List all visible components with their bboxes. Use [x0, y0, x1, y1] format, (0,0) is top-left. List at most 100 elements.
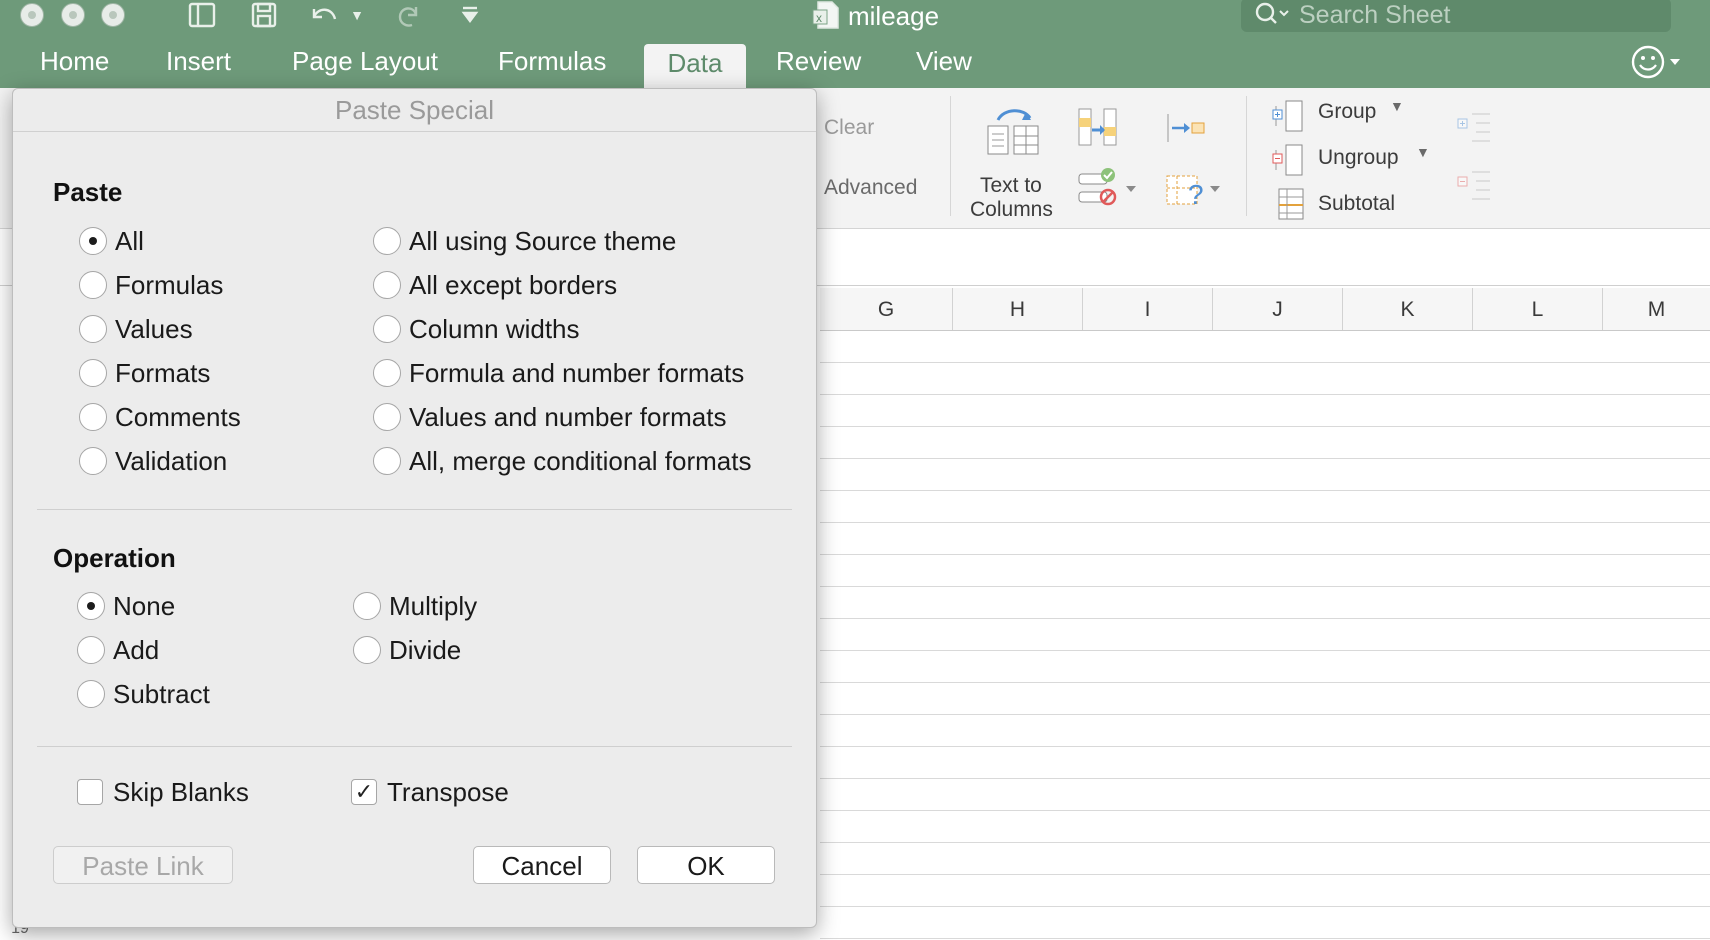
- sheet-cell-grid[interactable]: [820, 331, 1710, 940]
- column-header-h[interactable]: H: [953, 288, 1083, 330]
- tab-data[interactable]: Data: [644, 44, 746, 88]
- data-validation-icon[interactable]: [1076, 166, 1140, 208]
- radio-button[interactable]: [79, 271, 107, 299]
- subtotal-button-label[interactable]: Subtotal: [1318, 192, 1395, 216]
- operation-option-subtract[interactable]: Subtract: [77, 677, 210, 711]
- paste-option-all-except-borders[interactable]: All except borders: [373, 268, 617, 302]
- radio-button[interactable]: [373, 315, 401, 343]
- undo-dropdown-chevron-icon[interactable]: ▼: [348, 0, 366, 30]
- save-icon[interactable]: [246, 0, 282, 30]
- show-detail-icon: [1457, 113, 1490, 142]
- subtotal-icon[interactable]: [1276, 186, 1306, 222]
- dialog-title-divider: [13, 131, 816, 132]
- section-divider: [37, 509, 792, 510]
- radio-button-selected[interactable]: [79, 227, 107, 255]
- paste-option-values-and-number-formats[interactable]: Values and number formats: [373, 400, 726, 434]
- operation-option-none[interactable]: None: [77, 589, 175, 623]
- text-to-columns-icon[interactable]: [984, 106, 1042, 158]
- radio-button[interactable]: [79, 403, 107, 431]
- tab-insert[interactable]: Insert: [166, 46, 231, 77]
- clear-filter-button[interactable]: Clear: [824, 116, 874, 140]
- skip-blanks-checkbox[interactable]: Skip Blanks: [77, 775, 249, 809]
- section-divider: [37, 746, 792, 747]
- tab-view[interactable]: View: [916, 46, 972, 77]
- ungroup-icon[interactable]: [1272, 142, 1306, 178]
- radio-button[interactable]: [79, 447, 107, 475]
- paste-option-comments[interactable]: Comments: [79, 400, 241, 434]
- column-header-j[interactable]: J: [1213, 288, 1343, 330]
- search-input[interactable]: [1297, 0, 1661, 30]
- radio-button[interactable]: [353, 592, 381, 620]
- checkbox-unchecked[interactable]: [77, 779, 103, 805]
- ok-button[interactable]: OK: [637, 846, 775, 884]
- svg-text:?: ?: [1188, 179, 1204, 210]
- minimize-window-button[interactable]: [61, 3, 85, 27]
- radio-button[interactable]: [353, 636, 381, 664]
- column-headers: G H I J K L M: [820, 288, 1710, 331]
- paste-option-formula-and-number-formats[interactable]: Formula and number formats: [373, 356, 744, 390]
- text-to-columns-label-line1: Text to: [980, 174, 1042, 197]
- sidebar-toggle-icon[interactable]: [184, 0, 220, 30]
- tab-review[interactable]: Review: [776, 46, 861, 77]
- undo-icon[interactable]: [306, 0, 342, 30]
- paste-option-all-merge-conditional-formats[interactable]: All, merge conditional formats: [373, 444, 751, 478]
- operation-section-title: Operation: [53, 543, 176, 573]
- advanced-filter-button[interactable]: Advanced: [824, 176, 917, 200]
- text-to-columns-label-line2: Columns: [970, 198, 1053, 221]
- radio-button[interactable]: [77, 680, 105, 708]
- flash-fill-icon[interactable]: [1076, 106, 1120, 148]
- customize-toolbar-icon[interactable]: [458, 0, 482, 30]
- column-header-l[interactable]: L: [1473, 288, 1603, 330]
- paste-option-formats[interactable]: Formats: [79, 356, 210, 390]
- operation-option-multiply[interactable]: Multiply: [353, 589, 477, 623]
- feedback-smiley-icon[interactable]: [1630, 44, 1692, 80]
- tab-formulas[interactable]: Formulas: [498, 46, 606, 77]
- radio-button[interactable]: [373, 403, 401, 431]
- paste-option-all[interactable]: All: [79, 224, 144, 258]
- radio-button[interactable]: [373, 447, 401, 475]
- column-header-g[interactable]: G: [820, 288, 953, 330]
- radio-button[interactable]: [373, 227, 401, 255]
- search-icon: [1255, 2, 1289, 24]
- paste-option-validation[interactable]: Validation: [79, 444, 227, 478]
- cancel-button[interactable]: Cancel: [473, 846, 611, 884]
- tab-page-layout[interactable]: Page Layout: [292, 46, 438, 77]
- column-header-k[interactable]: K: [1343, 288, 1473, 330]
- checkbox-checked[interactable]: ✓: [351, 779, 377, 805]
- what-if-analysis-icon[interactable]: ?: [1164, 170, 1224, 210]
- zoom-window-button[interactable]: [101, 3, 125, 27]
- ribbon-separator: [950, 96, 951, 216]
- paste-option-all-using-source-theme[interactable]: All using Source theme: [373, 224, 676, 258]
- column-header-i[interactable]: I: [1083, 288, 1213, 330]
- excel-file-icon: x: [812, 1, 839, 29]
- group-icon[interactable]: [1272, 98, 1306, 134]
- group-button-label[interactable]: Group: [1318, 100, 1376, 124]
- radio-button[interactable]: [79, 359, 107, 387]
- operation-option-add[interactable]: Add: [77, 633, 159, 667]
- operation-option-divide[interactable]: Divide: [353, 633, 461, 667]
- paste-option-values[interactable]: Values: [79, 312, 193, 346]
- radio-button[interactable]: [373, 359, 401, 387]
- radio-button[interactable]: [373, 271, 401, 299]
- tab-data-label: Data: [667, 48, 723, 78]
- column-header-m[interactable]: M: [1603, 288, 1710, 330]
- dialog-title: Paste Special: [335, 95, 494, 125]
- search-sheet-box[interactable]: [1241, 0, 1671, 32]
- ungroup-button-label[interactable]: Ungroup: [1318, 146, 1399, 170]
- group-dropdown-chevron-icon[interactable]: ▼: [1390, 98, 1404, 114]
- tab-home[interactable]: Home: [40, 46, 109, 77]
- radio-button[interactable]: [77, 636, 105, 664]
- transpose-checkbox[interactable]: ✓ Transpose: [351, 775, 509, 809]
- paste-option-formulas[interactable]: Formulas: [79, 268, 223, 302]
- ungroup-dropdown-chevron-icon[interactable]: ▼: [1416, 144, 1430, 160]
- redo-icon: [392, 0, 426, 30]
- radio-button-selected[interactable]: [77, 592, 105, 620]
- paste-link-button: Paste Link: [53, 846, 233, 884]
- close-window-button[interactable]: [20, 3, 44, 27]
- consolidate-icon[interactable]: [1164, 110, 1208, 146]
- paste-option-column-widths[interactable]: Column widths: [373, 312, 580, 346]
- title-bar: ▼ x mileage: [0, 0, 1710, 32]
- paste-special-dialog: Paste Special Paste All Formulas Values …: [12, 88, 817, 928]
- radio-button[interactable]: [79, 315, 107, 343]
- document-title: mileage: [848, 1, 940, 31]
